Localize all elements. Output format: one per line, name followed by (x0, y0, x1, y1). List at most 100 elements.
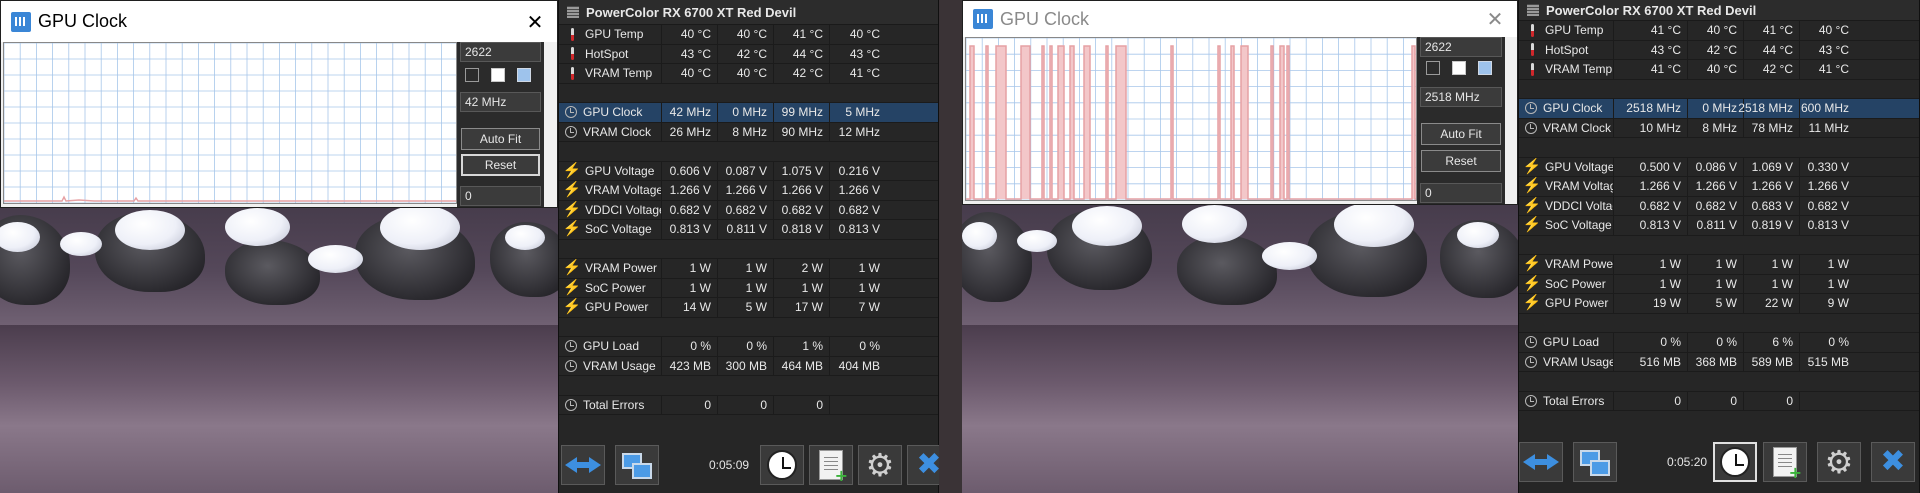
sensor-value-current: 423 MB (662, 356, 718, 375)
sensor-row-soc-power[interactable]: ⚡ SoC Power 1 W1 W1 W1 W (1519, 274, 1919, 294)
sensor-value-avg: 12 MHz (838, 124, 880, 139)
sensor-row-vram-voltage[interactable]: ⚡VRAM Voltage1.266 V1.266 V1.266 V1.266 … (559, 181, 938, 201)
graph-max-value[interactable]: 2622 (1420, 37, 1502, 57)
autofit-button[interactable]: Auto Fit (461, 128, 540, 150)
sensor-label: VRAM Clock (583, 124, 652, 139)
sensor-row-gpu-voltage[interactable]: ⚡ GPU Voltage 0.500 V 0.086 V 1.069 V 0.330 V (1519, 157, 1919, 177)
sensor-value-current: 0 % (1614, 333, 1688, 352)
sensor-label-cell: GPU Temp (1519, 21, 1614, 40)
swap-arrows-button[interactable] (1519, 442, 1563, 482)
sensor-value-avg: 1 W (858, 261, 880, 276)
sensor-rows: GPU Temp 40 °C 40 °C 41 °C 40 °C HotSpot 43 °C… (559, 25, 938, 415)
sensor-row-vram-power[interactable]: ⚡ VRAM Power 1 W1 W2 W1 W (559, 259, 938, 279)
group-spacer (559, 240, 938, 259)
autofit-button[interactable]: Auto Fit (1421, 123, 1501, 145)
reset-button[interactable]: Reset (1421, 150, 1501, 172)
sensor-row-hotspot[interactable]: HotSpot 43 °C 42 °C 44 °C 43 °C (559, 44, 938, 64)
sensor-row-vddci-voltage[interactable]: ⚡ VDDCI Voltage 0.682 V 0.682 V 0.682 V 0.682… (559, 200, 938, 220)
settings-button[interactable]: ⚙ (1817, 442, 1861, 482)
sensor-row-vram-usage[interactable]: VRAM Usage 516 MB 368 MB 589 MB 515 MB (1519, 352, 1919, 372)
graph-window[interactable]: GPU Clock ✕ 2622 42 MHz Auto Fit Reset 0 (0, 0, 558, 208)
sensor-row-gpu-voltage[interactable]: ⚡ GPU Voltage 0.606 V 0.087 V 1.075 V 0.216 V (559, 161, 938, 181)
sensor-row-gpu-load[interactable]: GPU Load 0 % 0 % 6 % 0 % (1519, 333, 1919, 353)
gauge-icon (1525, 336, 1537, 349)
graph-min-value: 0 (460, 186, 541, 206)
clock-button[interactable] (1713, 442, 1757, 482)
sensor-value-avg: 0 % (1828, 335, 1849, 350)
thermometer-icon (565, 66, 579, 80)
sensor-label: GPU Clock (583, 105, 643, 120)
clock-button[interactable] (760, 445, 804, 485)
graph-window-titlebar[interactable]: GPU Clock ✕ (1, 1, 557, 42)
sensor-row-vddci-voltage[interactable]: ⚡VDDCI Voltage0.682 V0.682 V0.683 V0.682… (1519, 196, 1919, 216)
settings-button[interactable]: ⚙ (858, 445, 902, 485)
sensor-row-gpu-power[interactable]: ⚡ GPU Power 14 W5 W 17 W7 W (559, 298, 938, 318)
sensor-row-gpu-clock[interactable]: GPU Clock 2518 MHz 0 MHz 2518 MHz 600 MHz (1519, 99, 1919, 119)
sensor-row-total-errors[interactable]: Total Errors 0 0 0 (559, 395, 938, 415)
sensor-row-vram-usage[interactable]: VRAM Usage 423 MB 300 MB 464 MB 404 MB (559, 356, 938, 376)
sensor-row-total-errors[interactable]: Total Errors 0 0 0 (1519, 391, 1919, 411)
snow-cap (1457, 222, 1499, 248)
gauge-icon (1525, 394, 1537, 407)
lightning-icon: ⚡ (1522, 196, 1542, 214)
close-icon: ✖ (1880, 444, 1906, 479)
sensor-value-avg: 0.813 V (1807, 218, 1849, 233)
sensor-row-vram-clock[interactable]: VRAM Clock 10 MHz 8 MHz 78 MHz 11 MHz (1519, 118, 1919, 138)
sensor-row-gpu-power[interactable]: ⚡ GPU Power 19 W5 W 22 W9 W (1519, 294, 1919, 314)
lightning-icon: ⚡ (562, 161, 582, 179)
sensor-row-gpu-temp[interactable]: GPU Temp 40 °C 40 °C 41 °C 40 °C (559, 25, 938, 45)
sensor-value-current: 19 W (1614, 294, 1688, 313)
sensor-value-avg: 1 W (1827, 276, 1849, 291)
log-button[interactable] (809, 445, 853, 485)
sensor-value-avg: 7 W (858, 300, 880, 315)
sensor-label: HotSpot (1545, 42, 1589, 57)
swap-arrows-button[interactable] (561, 445, 605, 485)
sensor-label-cell: ⚡ SoC Power (1519, 274, 1614, 293)
app-icon (11, 11, 31, 32)
sensor-row-gpu-clock[interactable]: GPU Clock 42 MHz 0 MHz 99 MHz 5 MHz (559, 103, 938, 123)
snow-cap (225, 208, 290, 246)
graph-window-titlebar[interactable]: GPU Clock ✕ (963, 1, 1517, 37)
reset-button[interactable]: Reset (461, 154, 540, 176)
sensor-label-cell: ⚡VRAM Voltage (559, 181, 662, 200)
sensor-value-current: 41 °C (1614, 21, 1688, 40)
sensor-value-current: 40 °C (662, 64, 718, 83)
graph-color-option-blue[interactable] (517, 68, 531, 82)
graph-color-option-white[interactable] (1452, 61, 1466, 75)
close-icon[interactable]: ✕ (513, 1, 557, 42)
graph-color-option-white[interactable] (491, 68, 505, 82)
graph-window[interactable]: GPU Clock ✕ 2622 2518 MHz Auto Fit Reset… (962, 0, 1518, 205)
log-button[interactable] (1763, 442, 1807, 482)
sensor-row-gpu-load[interactable]: GPU Load 0 % 0 % 1 % 0 % (559, 337, 938, 357)
sensor-label: GPU Power (585, 300, 649, 315)
graph-color-option-dark[interactable] (465, 68, 479, 82)
sensor-label: GPU Load (583, 339, 640, 354)
sensor-row-vram-clock[interactable]: VRAM Clock 26 MHz 8 MHz 90 MHz 12 MHz (559, 122, 938, 142)
close-icon[interactable]: ✕ (1473, 1, 1517, 37)
graph-max-value[interactable]: 2622 (460, 42, 541, 62)
sensor-row-soc-power[interactable]: ⚡ SoC Power 1 W1 W1 W1 W (559, 278, 938, 298)
lightning-icon: ⚡ (1522, 157, 1542, 175)
network-button[interactable] (1573, 442, 1617, 482)
group-spacer (559, 376, 938, 396)
sensor-row-soc-voltage[interactable]: ⚡ SoC Voltage 0.813 V 0.811 V 0.818 V 0.813 V (559, 220, 938, 240)
network-button[interactable] (615, 445, 659, 485)
sensor-row-soc-voltage[interactable]: ⚡ SoC Voltage 0.813 V 0.811 V 0.819 V 0.813 V (1519, 216, 1919, 236)
sensor-value-avg: 1 W (858, 280, 880, 295)
sensor-row-vram-temp[interactable]: VRAM Temp 41 °C 40 °C 42 °C 41 °C (1519, 60, 1919, 80)
sensor-value-current: 0.500 V (1614, 157, 1688, 176)
lightning-icon: ⚡ (1522, 274, 1542, 292)
sensor-row-vram-temp[interactable]: VRAM Temp 40 °C 40 °C 42 °C 41 °C (559, 64, 938, 84)
sensor-row-gpu-temp[interactable]: GPU Temp 41 °C 40 °C 41 °C 40 °C (1519, 21, 1919, 41)
sensor-label-cell: VRAM Clock (559, 122, 662, 141)
sensor-row-vram-power[interactable]: ⚡ VRAM Power 1 W1 W1 W1 W (1519, 255, 1919, 275)
sensor-value-current: 26 MHz (662, 122, 718, 141)
sensor-row-vram-voltage[interactable]: ⚡VRAM Voltage1.266 V1.266 V1.266 V1.266 … (1519, 177, 1919, 197)
sensor-row-hotspot[interactable]: HotSpot 43 °C 42 °C 44 °C 43 °C (1519, 40, 1919, 60)
device-header: PowerColor RX 6700 XT Red Devil (559, 0, 938, 25)
graph-color-option-dark[interactable] (1426, 61, 1440, 75)
graph-color-option-blue[interactable] (1478, 61, 1492, 75)
close-button[interactable]: ✖ (1871, 442, 1915, 482)
sensor-value-avg: 41 °C (1818, 62, 1849, 77)
bottom-toolbar: 0:05:09 ⚙ ✖ (559, 433, 951, 493)
